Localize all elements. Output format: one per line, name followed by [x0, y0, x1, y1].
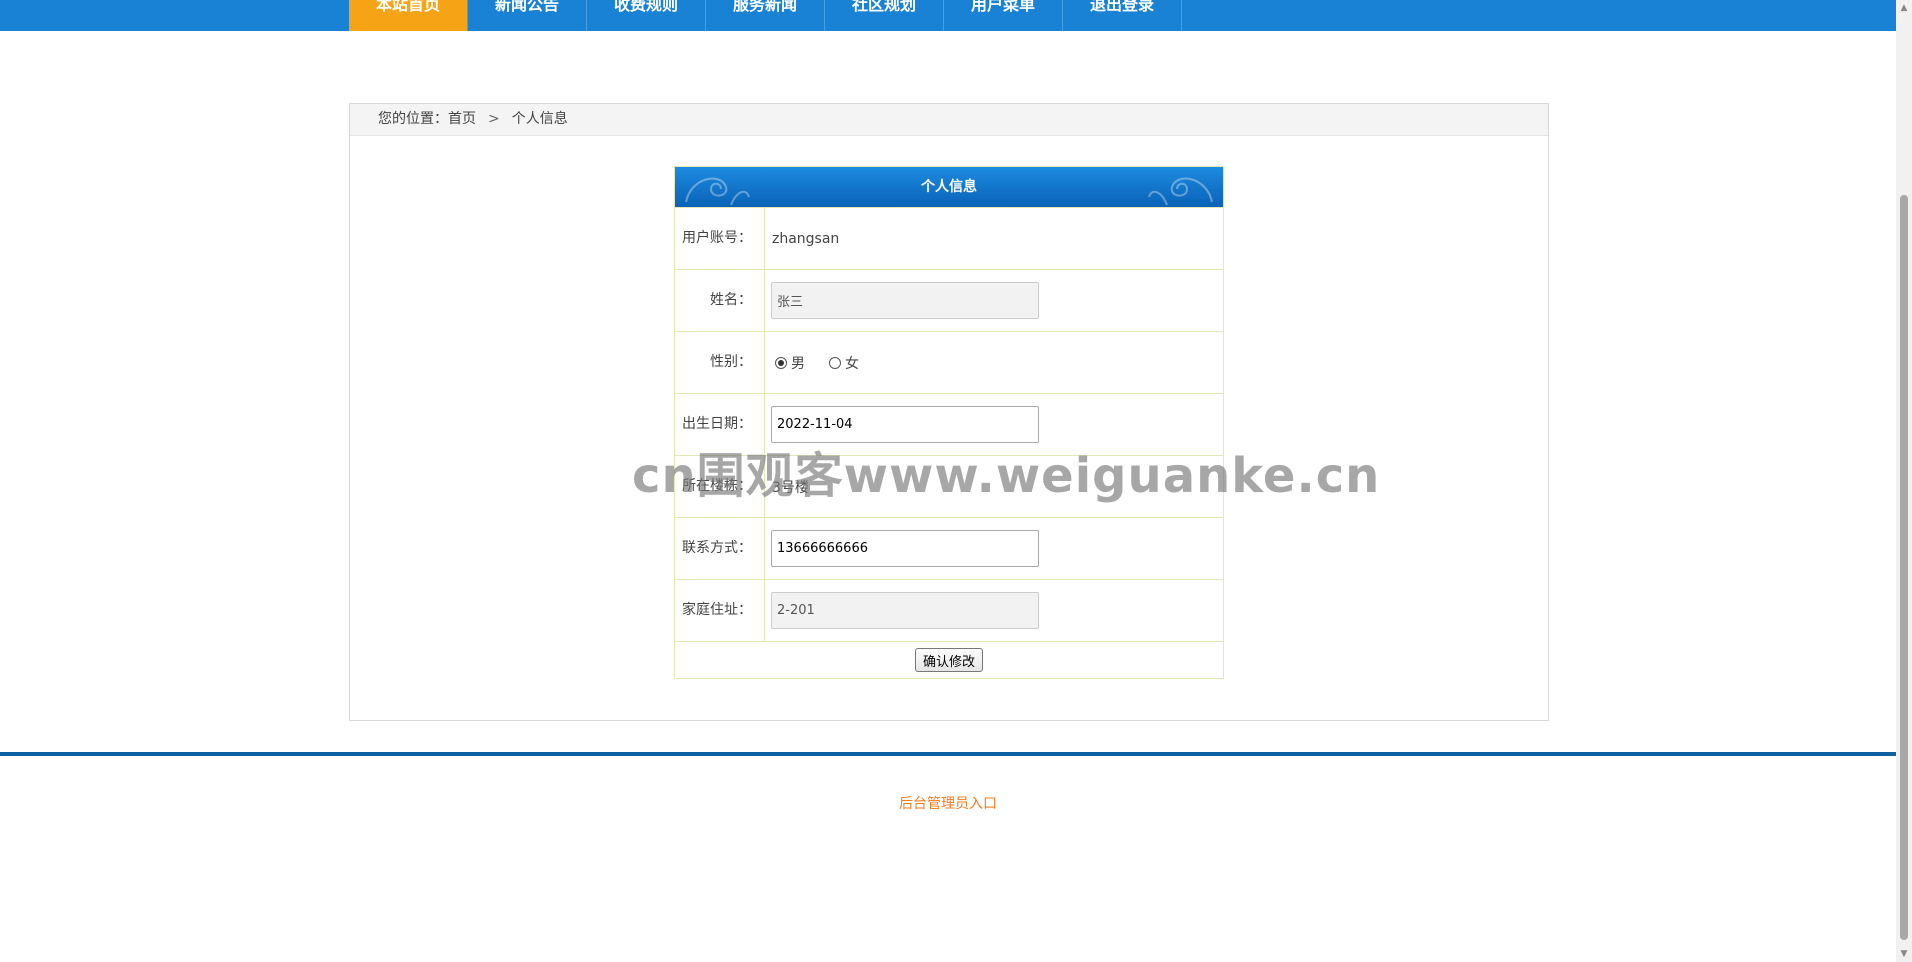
row-submit: 确认修改: [675, 641, 1223, 678]
gender-female-option[interactable]: 女: [829, 353, 859, 373]
breadcrumb-prefix: 您的位置：: [378, 111, 448, 127]
phone-label: 联系方式：: [675, 518, 765, 579]
name-field[interactable]: [771, 282, 1039, 319]
nav-item-home[interactable]: 本站首页: [349, 0, 468, 31]
form-title: 个人信息: [921, 179, 977, 195]
form-header: 个人信息: [675, 167, 1223, 207]
nav-item-user-menu[interactable]: 用户菜单: [944, 0, 1063, 31]
account-label: 用户账号：: [675, 208, 765, 269]
breadcrumb-current: 个人信息: [511, 111, 568, 127]
ornament-right-icon: [1148, 177, 1213, 206]
scrollbar-thumb[interactable]: [1900, 195, 1908, 940]
gender-female-radio[interactable]: [829, 356, 841, 369]
address-label: 家庭住址：: [675, 580, 765, 641]
gender-label: 性别：: [675, 332, 765, 393]
row-phone: 联系方式：: [675, 517, 1223, 579]
content-box: 您的位置：首页 > 个人信息 个人信息 用户账号： zhangsan 姓名： 性别：: [349, 103, 1549, 721]
gender-male-option[interactable]: 男: [775, 353, 805, 373]
name-label: 姓名：: [675, 270, 765, 331]
confirm-edit-button[interactable]: 确认修改: [914, 648, 983, 672]
vertical-scrollbar[interactable]: ▲ ▼: [1896, 0, 1912, 962]
gender-male-radio[interactable]: [775, 356, 787, 369]
phone-field[interactable]: [771, 530, 1039, 567]
watermark: cn围观客www.weiguanke.cn: [632, 448, 1381, 504]
footer-divider: [0, 752, 1896, 756]
account-value: zhangsan: [772, 230, 840, 247]
row-name: 姓名：: [675, 269, 1223, 331]
nav-item-service-news[interactable]: 服务新闻: [706, 0, 825, 31]
row-account: 用户账号： zhangsan: [675, 207, 1223, 269]
address-field[interactable]: [771, 592, 1039, 629]
nav-item-logout[interactable]: 退出登录: [1063, 0, 1182, 31]
scroll-down-arrow-icon[interactable]: ▼: [1896, 946, 1912, 962]
row-address: 家庭住址：: [675, 579, 1223, 641]
breadcrumb-separator: >: [488, 111, 500, 127]
gender-male-label: 男: [791, 355, 805, 372]
profile-form: 个人信息 用户账号： zhangsan 姓名： 性别： 男 女: [674, 166, 1224, 679]
nav-menu: 本站首页 新闻公告 收费规则 服务新闻 社区规划 用户菜单 退出登录: [349, 0, 1182, 31]
nav-item-fee-rules[interactable]: 收费规则: [587, 0, 706, 31]
breadcrumb: 您的位置：首页 > 个人信息: [350, 104, 1548, 136]
nav-item-news[interactable]: 新闻公告: [468, 0, 587, 31]
admin-login-link[interactable]: 后台管理员入口: [0, 793, 1896, 813]
gender-female-label: 女: [845, 355, 859, 372]
ornament-left-icon: [685, 177, 750, 206]
breadcrumb-home-link[interactable]: 首页: [448, 111, 476, 127]
scroll-up-arrow-icon[interactable]: ▲: [1896, 0, 1912, 16]
top-nav-bar: 本站首页 新闻公告 收费规则 服务新闻 社区规划 用户菜单 退出登录: [0, 0, 1896, 31]
nav-item-community-plan[interactable]: 社区规划: [825, 0, 944, 31]
row-gender: 性别： 男 女: [675, 331, 1223, 393]
